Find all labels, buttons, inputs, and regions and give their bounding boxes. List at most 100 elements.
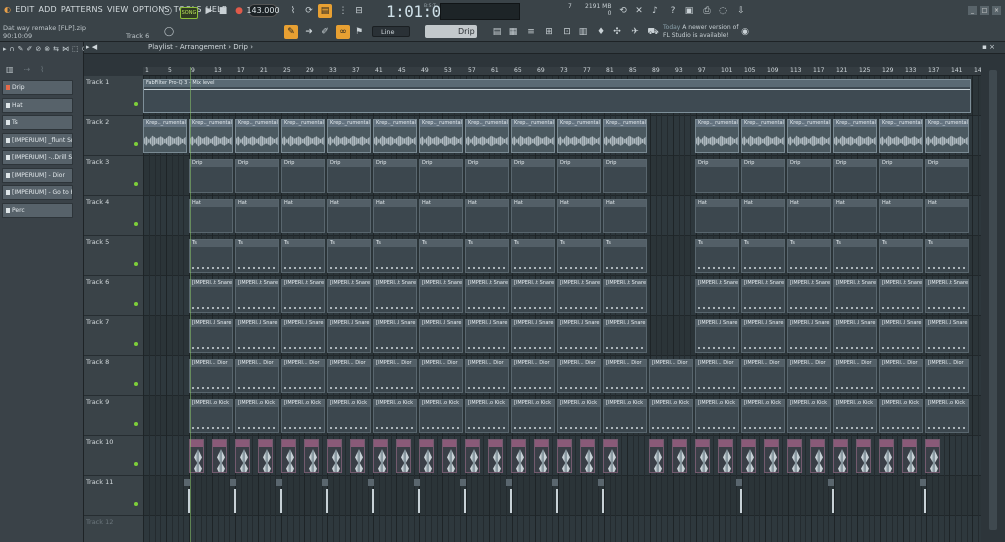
playlist-clip[interactable]: Drip	[925, 159, 969, 193]
playlist-clip[interactable]: [IMPERI..o Kick	[649, 399, 693, 433]
timeline-ruler[interactable]: 1 5 9 13 17 21 25 29 33 37 41 45 49 53 57 61 65 69 73 77 81 8…	[143, 67, 985, 76]
track-header[interactable]: Track 8	[84, 356, 143, 396]
countdown-icon[interactable]: ⊟	[352, 4, 366, 18]
playlist-clip[interactable]: [IMPERI... Dior	[235, 359, 279, 393]
playlist-clip[interactable]	[828, 479, 838, 513]
slip-icon[interactable]: ⇆	[53, 45, 59, 53]
track-header[interactable]: Track 9	[84, 396, 143, 436]
playlist-clip[interactable]: Drip	[603, 159, 647, 193]
playlist-clip[interactable]: [IMPERI... Dior	[741, 359, 785, 393]
playlist-clip[interactable]: Hat	[235, 199, 279, 233]
playlist-clip[interactable]: [IMPERI..t Snare	[419, 279, 463, 313]
download-icon[interactable]: ⇩	[734, 4, 748, 18]
playlist-clip[interactable]: Krep.._rumental	[189, 119, 233, 153]
browser-icon[interactable]: ⊡	[560, 25, 574, 39]
track-mute-led[interactable]	[134, 382, 138, 386]
playlist-clip[interactable]: [IMPERI..o Kick	[373, 399, 417, 433]
playlist-clip[interactable]: Krep.._rumental	[235, 119, 279, 153]
playlist-clip[interactable]: [IMPERI..o Kick	[235, 399, 279, 433]
channel-item[interactable]: [IMPERIUM] -..Drill Snare	[2, 150, 73, 165]
playlist-clip[interactable]: Krep.._rumental	[419, 119, 463, 153]
playlist-clip[interactable]: Ts	[879, 239, 923, 273]
playlist-clip[interactable]: Drip	[373, 159, 417, 193]
track-header[interactable]: Track 10	[84, 436, 143, 476]
playlist-clip[interactable]: Ts	[511, 239, 555, 273]
playlist-clip[interactable]: Ts	[741, 239, 785, 273]
microphone-icon[interactable]: ♪	[648, 4, 662, 18]
mute-icon[interactable]: ⊗	[44, 45, 50, 53]
playlist-clip[interactable]: [IMPERI... Dior	[649, 359, 693, 393]
playlist-clip[interactable]	[488, 439, 503, 473]
channel-rack-icon[interactable]: ≡	[524, 25, 538, 39]
playlist-window-controls[interactable]: ▪ ×	[982, 43, 995, 51]
playlist-clip[interactable]: Hat	[603, 199, 647, 233]
master-volume-icon[interactable]: ◯	[162, 25, 176, 39]
playlist-clip[interactable]: [IMPERI..t Snare	[603, 279, 647, 313]
channel-item[interactable]: [IMPERIUM] - Go to Kick	[2, 185, 73, 200]
channel-item[interactable]: Ts	[2, 115, 73, 130]
play-icon[interactable]: ▶	[202, 4, 216, 18]
playlist-clip[interactable]	[350, 439, 365, 473]
tempo-tapper-icon[interactable]: ♦	[594, 25, 608, 39]
playlist-clip[interactable]: [IMPERI... Dior	[281, 359, 325, 393]
playlist-clip[interactable]: [IMPERI... Dior	[511, 359, 555, 393]
maximize-icon[interactable]: □	[980, 6, 989, 15]
playlist-clip[interactable]: Drip	[879, 159, 923, 193]
playlist-clip[interactable]: Krep.._rumental	[143, 119, 187, 153]
delete-icon[interactable]: ⊘	[35, 45, 41, 53]
playlist-clip[interactable]	[672, 439, 687, 473]
playlist-clip[interactable]: Hat	[833, 199, 877, 233]
playlist-clip[interactable]: Ts	[787, 239, 831, 273]
playlist-clip[interactable]: Drip	[511, 159, 555, 193]
online-icon[interactable]: ◉	[738, 25, 752, 39]
playlist-clip[interactable]: Ts	[419, 239, 463, 273]
playlist-clip[interactable]: [IMPERI..o Kick	[511, 399, 555, 433]
playlist-clip[interactable]	[764, 439, 779, 473]
audio-picker-icon[interactable]: ⇢	[24, 65, 31, 74]
playlist-clip[interactable]	[212, 439, 227, 473]
playlist-clip[interactable]: [IMPERI..l Snare	[695, 319, 739, 353]
track-header[interactable]: Track 1	[84, 76, 143, 116]
playlist-clip[interactable]: Ts	[833, 239, 877, 273]
shop-icon[interactable]: ⛟	[646, 25, 660, 39]
playlist-clip[interactable]	[419, 439, 434, 473]
playlist-clip[interactable]: Hat	[695, 199, 739, 233]
playlist-clip[interactable]	[736, 479, 746, 513]
stop-icon[interactable]: ■	[216, 4, 230, 18]
menu-add[interactable]: ADD	[38, 5, 56, 14]
playlist-clip[interactable]: Ts	[465, 239, 509, 273]
playlist-clip[interactable]: Ts	[373, 239, 417, 273]
automation-clip[interactable]: FabFilter Pro-Q 3 - Mix level	[143, 79, 971, 113]
playlist-clip[interactable]: Ts	[235, 239, 279, 273]
playlist-clip[interactable]: Krep.._rumental	[787, 119, 831, 153]
playlist-clip[interactable]	[856, 439, 871, 473]
playlist-clip[interactable]: [IMPERI..o Kick	[557, 399, 601, 433]
playlist-clip[interactable]	[925, 439, 940, 473]
record-icon[interactable]: ●	[232, 4, 246, 18]
track-header[interactable]: Track 6	[84, 276, 143, 316]
playlist-clip[interactable]: Drip	[189, 159, 233, 193]
playlist-clip[interactable]: Drip	[465, 159, 509, 193]
slice-icon[interactable]: ⋈	[62, 45, 69, 53]
playlist-clip[interactable]: Krep.._rumental	[741, 119, 785, 153]
playlist-clip[interactable]: Krep.._rumental	[695, 119, 739, 153]
playlist-clip[interactable]: Krep.._rumental	[833, 119, 877, 153]
playlist-clip[interactable]: [IMPERI..o Kick	[833, 399, 877, 433]
playlist-clip[interactable]	[235, 439, 250, 473]
playlist-clip[interactable]	[189, 439, 204, 473]
playlist-clip[interactable]	[879, 439, 894, 473]
playlist-clip[interactable]: [IMPERI..o Kick	[741, 399, 785, 433]
pencil-icon[interactable]: ✎	[18, 45, 24, 53]
playlist-clip[interactable]: Krep.._rumental	[327, 119, 371, 153]
track-mute-led[interactable]	[134, 182, 138, 186]
playlist-time-scroll[interactable]	[84, 54, 1005, 67]
track-mute-led[interactable]	[134, 262, 138, 266]
playlist-clip[interactable]: [IMPERI..l Snare	[833, 319, 877, 353]
playlist-clip[interactable]: [IMPERI..l Snare	[419, 319, 463, 353]
playlist-clip[interactable]	[833, 439, 848, 473]
loop-record-icon[interactable]: ⟳	[302, 4, 316, 18]
playlist-clip[interactable]: Hat	[189, 199, 233, 233]
chat-icon[interactable]: ◌	[716, 4, 730, 18]
playlist-clip[interactable]: [IMPERI..l Snare	[925, 319, 969, 353]
playlist-clip[interactable]: [IMPERI... Dior	[465, 359, 509, 393]
